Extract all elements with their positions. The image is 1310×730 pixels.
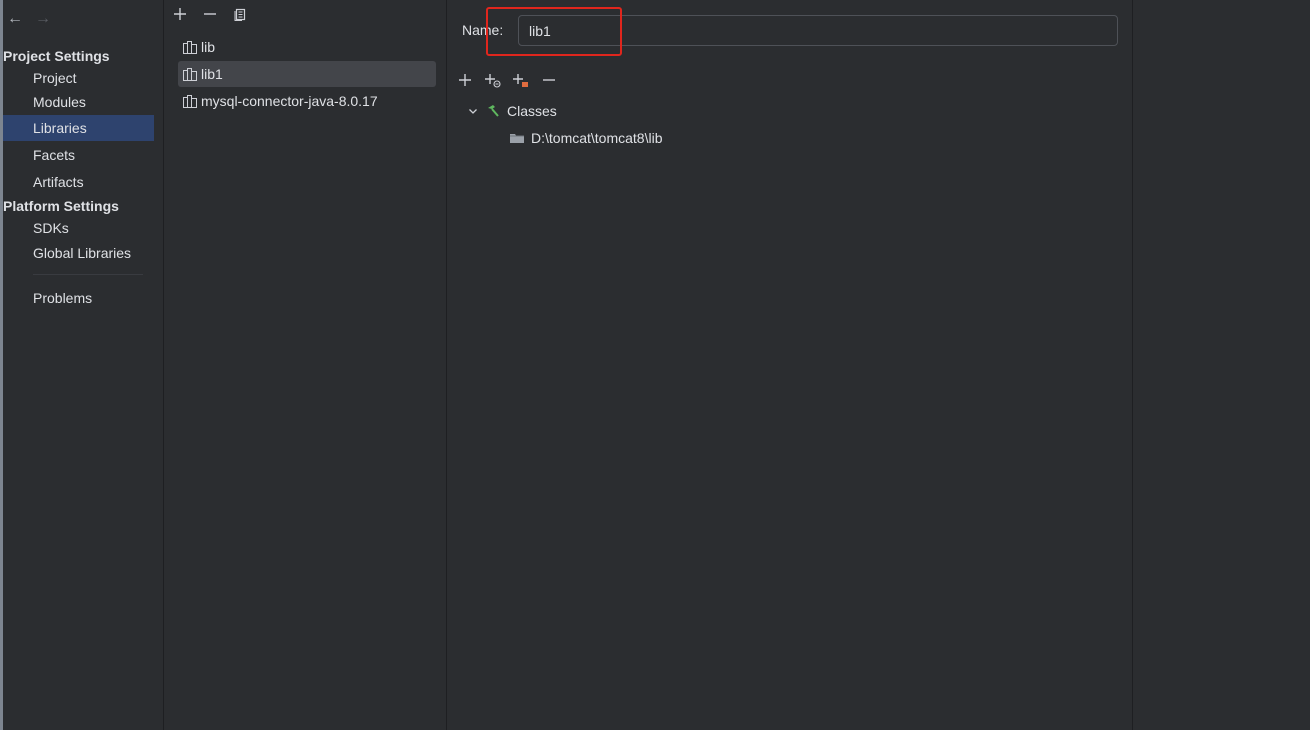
add-class-path-button[interactable] bbox=[483, 70, 503, 90]
add-jar-button[interactable] bbox=[511, 70, 531, 90]
nav-separator bbox=[33, 274, 143, 275]
nav-item-project[interactable]: Project bbox=[3, 65, 154, 91]
add-root-button[interactable] bbox=[455, 70, 475, 90]
nav-item-facets[interactable]: Facets bbox=[3, 142, 154, 168]
libraries-toolbar bbox=[170, 4, 250, 24]
library-item-lib1[interactable]: lib1 bbox=[178, 61, 436, 87]
remove-icon bbox=[204, 13, 216, 15]
library-item-label: mysql-connector-java-8.0.17 bbox=[201, 93, 378, 109]
nav-item-global-libraries[interactable]: Global Libraries bbox=[3, 240, 154, 266]
remove-root-button[interactable] bbox=[539, 70, 559, 90]
library-roots-toolbar bbox=[455, 70, 559, 90]
library-item-lib[interactable]: lib bbox=[178, 34, 436, 60]
nav-item-problems[interactable]: Problems bbox=[3, 285, 154, 311]
tree-node-classes[interactable]: Classes bbox=[467, 103, 557, 119]
remove-icon bbox=[543, 79, 555, 81]
add-icon bbox=[174, 8, 186, 20]
forward-arrow-icon[interactable]: → bbox=[35, 10, 51, 28]
add-icon bbox=[459, 74, 471, 86]
remove-library-button[interactable] bbox=[200, 4, 220, 24]
classes-hammer-icon bbox=[488, 105, 499, 117]
tree-node-class-path[interactable]: D:\tomcat\tomcat8\lib bbox=[509, 130, 663, 146]
folder-icon bbox=[510, 134, 524, 143]
nav-arrows: ← → bbox=[7, 10, 51, 28]
library-item-label: lib bbox=[201, 39, 216, 55]
back-arrow-icon[interactable]: ← bbox=[7, 10, 23, 28]
project-settings-header: Project Settings bbox=[3, 48, 110, 64]
tree-node-classes-label: Classes bbox=[507, 103, 557, 119]
settings-nav: ← → Project Settings Project Modules Lib… bbox=[3, 0, 163, 730]
tree-node-class-path-label: D:\tomcat\tomcat8\lib bbox=[531, 130, 663, 146]
right-empty-area bbox=[1133, 0, 1310, 730]
add-jar-icon bbox=[513, 74, 528, 87]
add-library-button[interactable] bbox=[170, 4, 190, 24]
nav-item-artifacts[interactable]: Artifacts bbox=[3, 169, 154, 195]
copy-library-button[interactable] bbox=[230, 4, 250, 24]
name-label: Name: bbox=[462, 22, 504, 38]
nav-item-modules[interactable]: Modules bbox=[3, 89, 154, 115]
nav-item-sdks[interactable]: SDKs bbox=[3, 215, 154, 241]
copy-icon bbox=[234, 8, 246, 21]
nav-item-libraries[interactable]: Libraries bbox=[3, 115, 154, 141]
library-icon bbox=[183, 95, 197, 108]
library-icon bbox=[183, 41, 197, 54]
chevron-down-icon[interactable] bbox=[467, 105, 479, 117]
libraries-list-pane: lib lib1 mysql-connector-java-8.0.17 bbox=[164, 0, 446, 730]
library-name-input[interactable] bbox=[518, 15, 1118, 46]
add-class-path-icon bbox=[485, 74, 501, 88]
library-icon bbox=[183, 68, 197, 81]
library-item-mysql-connector[interactable]: mysql-connector-java-8.0.17 bbox=[178, 88, 436, 114]
platform-settings-header: Platform Settings bbox=[3, 198, 119, 214]
library-item-label: lib1 bbox=[201, 66, 223, 82]
library-detail-pane: Name: Classes D:\tomcat\tomcat8\lib bbox=[447, 0, 1132, 730]
